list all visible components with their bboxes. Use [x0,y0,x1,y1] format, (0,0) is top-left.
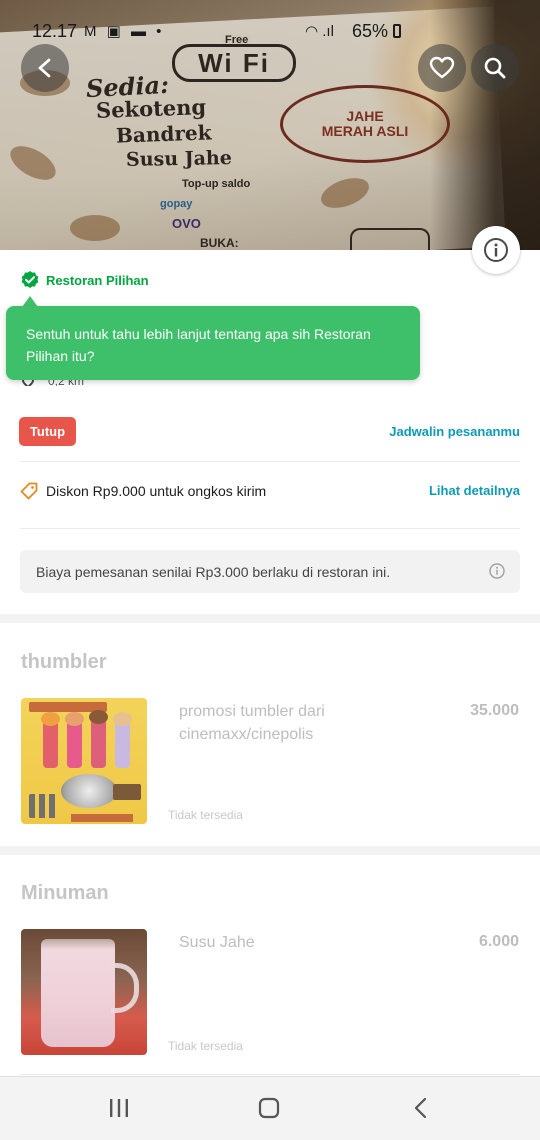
restoran-pilihan-label: Restoran Pilihan [46,272,149,288]
menu-item-image [21,698,147,824]
menu-item[interactable]: Susu Jahe 6.000 Tidak tersedia [0,929,540,1059]
hero-stamp: JAHE MERAH ASLI [280,85,450,163]
back-button[interactable] [21,44,69,92]
search-button[interactable] [471,44,519,92]
system-navigation-bar [0,1076,540,1140]
battery-icon [393,24,402,38]
status-signal-icon: ◠ .ıl [305,23,334,40]
status-battery: 65% [352,21,402,42]
section-separator [0,846,540,855]
status-bar: 12.17 M ▣ ▬ • ◠ .ıl 65% [0,18,540,46]
hero-stamp-text: JAHE MERAH ASLI [321,108,409,139]
search-icon [484,57,506,79]
arrow-left-icon [38,58,51,78]
discount-details-link[interactable]: Lihat detailnya [429,483,520,498]
tooltip-text: Sentuh untuk tahu lebih lanjut tentang a… [26,326,371,364]
divider [20,528,520,529]
menu-item-image [21,929,147,1055]
hero-text-bandrek: Bandrek [115,120,212,148]
nav-back-icon[interactable] [410,1097,432,1119]
closed-status-badge: Tutup [19,417,76,446]
schedule-order-link[interactable]: Jadwalin pesananmu [389,424,520,439]
menu-item-availability: Tidak tersedia [168,1039,243,1053]
menu-item-price: 35.000 [470,702,519,719]
hero-text-sekoteng: Sekoteng [95,94,207,123]
favorite-button[interactable] [418,44,466,92]
menu-item-price: 6.000 [478,933,519,950]
hero-logo-mark [350,228,430,250]
order-fee-notice: Biaya pemesanan senilai Rp3.000 berlaku … [20,550,520,593]
hero-text-topup: Top-up saldo [182,178,251,190]
fee-notice-text: Biaya pemesanan senilai Rp3.000 berlaku … [36,563,391,580]
hero-text-gopay: gopay [160,198,193,210]
restaurant-info-button[interactable] [472,226,520,274]
hero-text-susu-jahe: Susu Jahe [125,147,233,171]
tag-icon [20,482,38,500]
menu-item-name: promosi tumbler dari cinemaxx/cinepolis [179,703,325,743]
status-time: 12.17 [32,21,78,41]
section-separator [0,614,540,623]
menu-item-availability: Tidak tersedia [168,808,243,822]
home-icon[interactable] [258,1097,280,1119]
verified-check-icon [21,271,39,288]
divider [20,461,520,462]
restoran-pilihan-badge[interactable]: Restoran Pilihan [20,270,149,290]
hero-text-buka: BUKA: [200,236,239,250]
fee-info-icon[interactable] [489,563,505,579]
status-notification-icons: M ▣ ▬ • [84,23,165,40]
menu-item[interactable]: promosi tumbler dari cinemaxx/cinepolis … [0,698,540,828]
recent-apps-icon[interactable] [108,1097,130,1119]
info-icon [484,238,508,262]
menu-section-title: Minuman [21,882,109,904]
discount-text: Diskon Rp9.000 untuk ongkos kirim [46,483,267,499]
heart-icon [429,56,455,79]
battery-percent: 65% [352,21,389,41]
discount-row: Diskon Rp9.000 untuk ongkos kirim Lihat … [20,480,520,502]
restoran-pilihan-tooltip[interactable]: Sentuh untuk tahu lebih lanjut tentang a… [6,306,420,380]
menu-section-title: thumbler [21,651,107,673]
hero-text-ovo: OVO [172,216,201,231]
menu-item-name: Susu Jahe [179,934,255,951]
divider [20,1074,520,1075]
hero-wifi-badge: Wi Fi [172,44,296,82]
